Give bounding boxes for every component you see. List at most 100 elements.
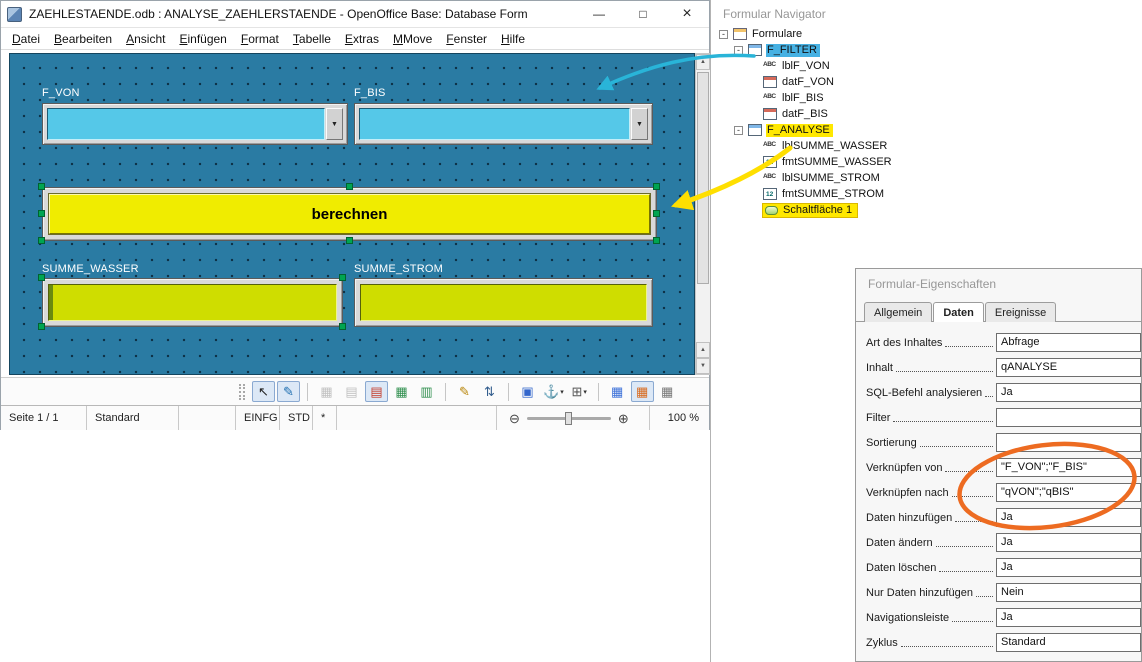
tree-item-datf-von[interactable]: datF_VON: [711, 74, 1142, 90]
tree-item-lblf-bis[interactable]: lblF_BIS: [711, 90, 1142, 106]
combo-f-von[interactable]: [42, 103, 348, 145]
tree-item-f-analyse[interactable]: F_ANALYSE: [711, 122, 1142, 138]
guides-icon[interactable]: ▦: [656, 381, 679, 402]
prop-field-navigationsleiste[interactable]: Ja: [996, 608, 1141, 627]
dropdown-arrow-icon[interactable]: [326, 108, 343, 140]
tree-item-f-filter[interactable]: F_FILTER: [711, 42, 1142, 58]
grid-icon[interactable]: ▦: [606, 381, 629, 402]
control-properties-icon[interactable]: ▦: [390, 381, 413, 402]
title-bar[interactable]: ZAEHLESTAENDE.odb : ANALYSE_ZAEHLERSTAEN…: [1, 1, 709, 28]
close-button[interactable]: ×: [665, 1, 709, 27]
tab-allgemein[interactable]: Allgemein: [864, 302, 932, 322]
menu-item-einf-gen[interactable]: Einfügen: [172, 30, 233, 48]
selection-handle[interactable]: [339, 323, 346, 330]
scroll-up-icon[interactable]: [696, 54, 710, 70]
selection-handle[interactable]: [346, 183, 353, 190]
prop-field-nur-daten-hinzuf-gen[interactable]: Nein: [996, 583, 1141, 602]
combo-f-bis-value[interactable]: [359, 108, 630, 140]
prop-field-daten-l-schen[interactable]: Ja: [996, 558, 1141, 577]
bring-to-front-icon[interactable]: ▣: [516, 381, 539, 402]
expand-toggle-icon[interactable]: [734, 126, 743, 135]
menu-item-bearbeiten[interactable]: Bearbeiten: [47, 30, 119, 48]
tree-item-lblsumme-strom[interactable]: lblSUMME_STROM: [711, 170, 1142, 186]
select-icon[interactable]: ↖: [252, 381, 275, 402]
chevron-down-icon[interactable]: [560, 388, 564, 396]
toolbar-drag-handle[interactable]: [239, 384, 245, 400]
prop-field-verkn-pfen-nach[interactable]: "qVON";"qBIS": [996, 483, 1141, 502]
zoom-slider[interactable]: [527, 417, 611, 420]
tab-daten[interactable]: Daten: [933, 302, 984, 322]
field-summe-strom-frame[interactable]: [354, 278, 653, 327]
menu-item-fenster[interactable]: Fenster: [439, 30, 494, 48]
tab-order-icon[interactable]: ✎: [453, 381, 476, 402]
menu-item-format[interactable]: Format: [234, 30, 286, 48]
zoom-slider-thumb[interactable]: [565, 412, 572, 425]
field-summe-wasser-frame[interactable]: [42, 278, 343, 327]
tree-item-lblsumme-wasser[interactable]: lblSUMME_WASSER: [711, 138, 1142, 154]
tree-item-fmtsumme-wasser[interactable]: fmtSUMME_WASSER: [711, 154, 1142, 170]
form-properties-icon[interactable]: ▤: [365, 381, 388, 402]
menu-item-hilfe[interactable]: Hilfe: [494, 30, 532, 48]
prop-field-daten-hinzuf-gen[interactable]: Ja: [996, 508, 1141, 527]
prop-field-inhalt[interactable]: qANALYSE: [996, 358, 1141, 377]
menu-item-extras[interactable]: Extras: [338, 30, 386, 48]
zoom-percentage[interactable]: 100 %: [649, 406, 709, 430]
scrollbar-track[interactable]: [696, 70, 710, 342]
field-label-f-bis[interactable]: F_BIS: [354, 87, 386, 99]
snap-grid-icon[interactable]: ▦: [631, 381, 654, 402]
selection-handle[interactable]: [653, 237, 660, 244]
prop-field-daten-ndern[interactable]: Ja: [996, 533, 1141, 552]
prop-field-filter[interactable]: [996, 408, 1141, 427]
field-summe-wasser[interactable]: [48, 284, 337, 321]
maximize-button[interactable]: □: [621, 1, 665, 27]
minimize-button[interactable]: —: [577, 1, 621, 27]
prop-field-zyklus[interactable]: Standard: [996, 633, 1141, 652]
activation-order-icon[interactable]: ⇅: [478, 381, 501, 402]
tree-item-fmtsumme-strom[interactable]: fmtSUMME_STROM: [711, 186, 1142, 202]
dropdown-arrow-icon[interactable]: [631, 108, 648, 140]
menu-item-mmove[interactable]: MMove: [386, 30, 439, 48]
berechnen-button[interactable]: berechnen: [49, 194, 650, 234]
vertical-scrollbar[interactable]: [695, 53, 711, 375]
design-mode-icon[interactable]: ✎: [277, 381, 300, 402]
selection-handle[interactable]: [38, 237, 45, 244]
selection-handle[interactable]: [653, 183, 660, 190]
expand-toggle-icon[interactable]: [734, 46, 743, 55]
expand-toggle-icon[interactable]: [719, 30, 728, 39]
selection-handle[interactable]: [653, 210, 660, 217]
prop-field-verkn-pfen-von[interactable]: "F_VON";"F_BIS": [996, 458, 1141, 477]
combo-f-bis[interactable]: [354, 103, 653, 145]
scrollbar-thumb[interactable]: [697, 72, 709, 284]
tree-item-lblf-von[interactable]: lblF_VON: [711, 58, 1142, 74]
tree-item-formulare[interactable]: Formulare: [711, 26, 1142, 42]
data-source-icon[interactable]: ▥: [415, 381, 438, 402]
tab-ereignisse[interactable]: Ereignisse: [985, 302, 1056, 322]
anchor-icon[interactable]: ⚓: [541, 381, 566, 402]
scroll-down-icon[interactable]: [696, 358, 710, 374]
zoom-in-icon[interactable]: [618, 412, 629, 425]
align-icon[interactable]: ⊞: [568, 381, 591, 402]
selection-handle[interactable]: [38, 274, 45, 281]
combo-f-von-value[interactable]: [47, 108, 325, 140]
field-summe-strom[interactable]: [360, 284, 647, 321]
prop-field-art-des-inhaltes[interactable]: Abfrage: [996, 333, 1141, 352]
selection-handle[interactable]: [339, 274, 346, 281]
chevron-down-icon[interactable]: [583, 388, 587, 396]
menu-item-tabelle[interactable]: Tabelle: [286, 30, 338, 48]
field-label-f-von[interactable]: F_VON: [42, 87, 80, 99]
zoom-out-icon[interactable]: [509, 412, 520, 425]
berechnen-button-frame[interactable]: berechnen: [42, 187, 657, 241]
menu-item-datei[interactable]: Datei: [5, 30, 47, 48]
prop-field-sortierung[interactable]: [996, 433, 1141, 452]
scroll-up-icon[interactable]: [696, 342, 710, 358]
selection-handle[interactable]: [38, 210, 45, 217]
prop-field-sql-befehl-analysieren[interactable]: Ja: [996, 383, 1141, 402]
form-design-area[interactable]: F_VON F_BIS berechnen S: [9, 53, 695, 375]
field-label-summe-strom[interactable]: SUMME_STROM: [354, 263, 443, 275]
tree-item-schaltfl-che-1[interactable]: Schaltfläche 1: [711, 202, 1142, 218]
tree-item-datf-bis[interactable]: datF_BIS: [711, 106, 1142, 122]
menu-item-ansicht[interactable]: Ansicht: [119, 30, 172, 48]
selection-handle[interactable]: [38, 323, 45, 330]
selection-handle[interactable]: [38, 183, 45, 190]
field-label-summe-wasser[interactable]: SUMME_WASSER: [42, 263, 139, 275]
